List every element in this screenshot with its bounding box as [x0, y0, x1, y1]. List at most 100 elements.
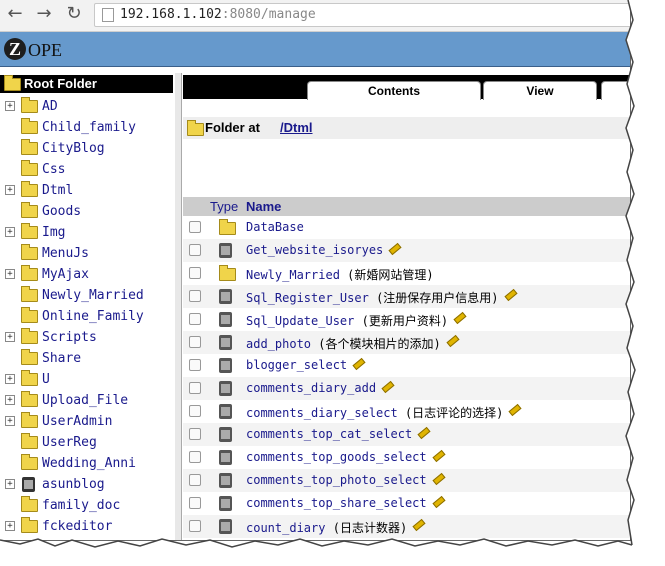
reload-icon[interactable]: ↻ [63, 3, 85, 25]
tree-item-label[interactable]: Wedding_Anni [42, 456, 136, 471]
tree-item-label[interactable]: CityBlog [42, 141, 105, 156]
tree-item-label[interactable]: Share [42, 351, 81, 366]
tree-item[interactable]: Share [0, 349, 175, 370]
tree-item[interactable]: family_doc [0, 496, 175, 517]
tree-item-label[interactable]: UserReg [42, 435, 97, 450]
expand-icon[interactable]: + [5, 521, 15, 531]
row-name-link[interactable]: comments_top_cat_select [246, 427, 412, 441]
tree-item[interactable]: + U [0, 370, 175, 391]
row-name-link[interactable]: DataBase [246, 220, 304, 234]
row-checkbox[interactable] [189, 290, 201, 302]
column-name-header[interactable]: Name [246, 197, 281, 216]
expand-icon[interactable]: + [5, 416, 15, 426]
tree-item-label[interactable]: Goods [42, 204, 81, 219]
row-name-link[interactable]: comments_top_goods_select [246, 450, 427, 464]
tree-item[interactable]: Newly_Married [0, 286, 175, 307]
row-checkbox[interactable] [189, 336, 201, 348]
tree-item-label[interactable]: Newly_Married [42, 288, 144, 303]
tree-item[interactable]: + fckeditor [0, 517, 175, 538]
row-name-link[interactable]: blogger_select [246, 358, 347, 372]
tree-item[interactable]: + Img [0, 223, 175, 244]
tree-item[interactable]: + Upload_File [0, 391, 175, 412]
back-icon[interactable]: ← [4, 3, 26, 25]
row-checkbox[interactable] [189, 382, 201, 394]
pencil-icon [432, 495, 446, 509]
row-name-link[interactable]: Sql_Register_User (注册保存用户信息用) [246, 289, 499, 306]
tree-item[interactable]: Online_Family [0, 307, 175, 328]
tree-item-label[interactable]: U [42, 372, 50, 387]
expand-icon[interactable]: + [5, 101, 15, 111]
table-row: blogger_select [183, 354, 630, 377]
tree-scrollbar[interactable] [175, 73, 182, 540]
row-name-link[interactable]: comments_top_photo_select [246, 473, 427, 487]
row-name-link[interactable]: comments_diary_add [246, 381, 376, 395]
row-checkbox[interactable] [189, 497, 201, 509]
tree-item[interactable]: + MyAjax [0, 265, 175, 286]
tab-view[interactable]: View [483, 81, 597, 100]
row-checkbox[interactable] [189, 359, 201, 371]
row-checkbox[interactable] [189, 267, 201, 279]
row-name-link[interactable]: Sql_Update_User (更新用户资料) [246, 312, 448, 329]
location-path-link[interactable]: /Dtml [280, 120, 313, 135]
table-row: comments_top_cat_select [183, 423, 630, 446]
expand-icon[interactable]: + [5, 374, 15, 384]
tree-item-label[interactable]: MenuJs [42, 246, 89, 261]
tree-item-label[interactable]: Upload_File [42, 393, 128, 408]
tree-item[interactable]: UserReg [0, 433, 175, 454]
expand-icon[interactable]: + [5, 185, 15, 195]
expand-icon[interactable]: + [5, 479, 15, 489]
tree-item-label[interactable]: Img [42, 225, 65, 240]
tree-item[interactable]: + Scripts [0, 328, 175, 349]
tree-item-label[interactable]: AD [42, 99, 58, 114]
row-checkbox[interactable] [189, 313, 201, 325]
row-checkbox[interactable] [189, 405, 201, 417]
tree-item[interactable]: + Dtml [0, 181, 175, 202]
expand-icon[interactable]: + [5, 395, 15, 405]
tree-item-label[interactable]: asunblog [42, 477, 105, 492]
row-checkbox[interactable] [189, 428, 201, 440]
row-checkbox[interactable] [189, 474, 201, 486]
db-method-icon [219, 335, 232, 350]
folder-icon [21, 118, 38, 134]
row-checkbox[interactable] [189, 244, 201, 256]
tree-item[interactable]: MenuJs [0, 244, 175, 265]
pencil-icon [504, 288, 518, 302]
tree-item[interactable]: CityBlog [0, 139, 175, 160]
row-name-link[interactable]: comments_diary_select (日志评论的选择) [246, 404, 503, 421]
tree-item-label[interactable]: Scripts [42, 330, 97, 345]
row-checkbox[interactable] [189, 451, 201, 463]
row-name-link[interactable]: add_photo (各个模块相片的添加) [246, 335, 441, 352]
tree-item-label[interactable]: MyAjax [42, 267, 89, 282]
tab-properties[interactable] [601, 81, 630, 100]
tab-contents[interactable]: Contents [307, 81, 481, 100]
tree-item-label[interactable]: Online_Family [42, 309, 144, 324]
row-name-link[interactable]: Newly_Married (新婚网站管理) [246, 266, 434, 283]
tree-item-label[interactable]: Css [42, 162, 65, 177]
tree-root[interactable]: Root Folder [0, 75, 173, 93]
tree-item-label[interactable]: Child_family [42, 120, 136, 135]
table-row: comments_top_photo_select [183, 469, 630, 492]
row-name-link[interactable]: comments_top_share_select [246, 496, 427, 510]
address-bar[interactable]: 192.168.1.102:8080/manage [94, 3, 630, 27]
folder-icon [21, 181, 38, 197]
tree-item-label[interactable]: Dtml [42, 183, 73, 198]
tree-item[interactable]: Goods [0, 202, 175, 223]
row-checkbox[interactable] [189, 221, 201, 233]
expand-icon[interactable]: + [5, 332, 15, 342]
row-name-link[interactable]: Get_website_isoryes [246, 243, 383, 257]
tree-item-label[interactable]: UserAdmin [42, 414, 112, 429]
row-checkbox[interactable] [189, 520, 201, 532]
tree-item[interactable]: + AD [0, 97, 175, 118]
tree-item[interactable]: Css [0, 160, 175, 181]
forward-icon[interactable]: → [33, 3, 55, 25]
tree-item[interactable]: Child_family [0, 118, 175, 139]
column-type-header[interactable]: Type [210, 197, 238, 216]
tree-item-label[interactable]: fckeditor [42, 519, 112, 534]
row-name-link[interactable]: count_diary (日志计数器) [246, 519, 407, 536]
tree-item[interactable]: + asunblog [0, 475, 175, 496]
expand-icon[interactable]: + [5, 269, 15, 279]
tree-item[interactable]: + UserAdmin [0, 412, 175, 433]
tree-item-label[interactable]: family_doc [42, 498, 120, 513]
expand-icon[interactable]: + [5, 227, 15, 237]
tree-item[interactable]: Wedding_Anni [0, 454, 175, 475]
